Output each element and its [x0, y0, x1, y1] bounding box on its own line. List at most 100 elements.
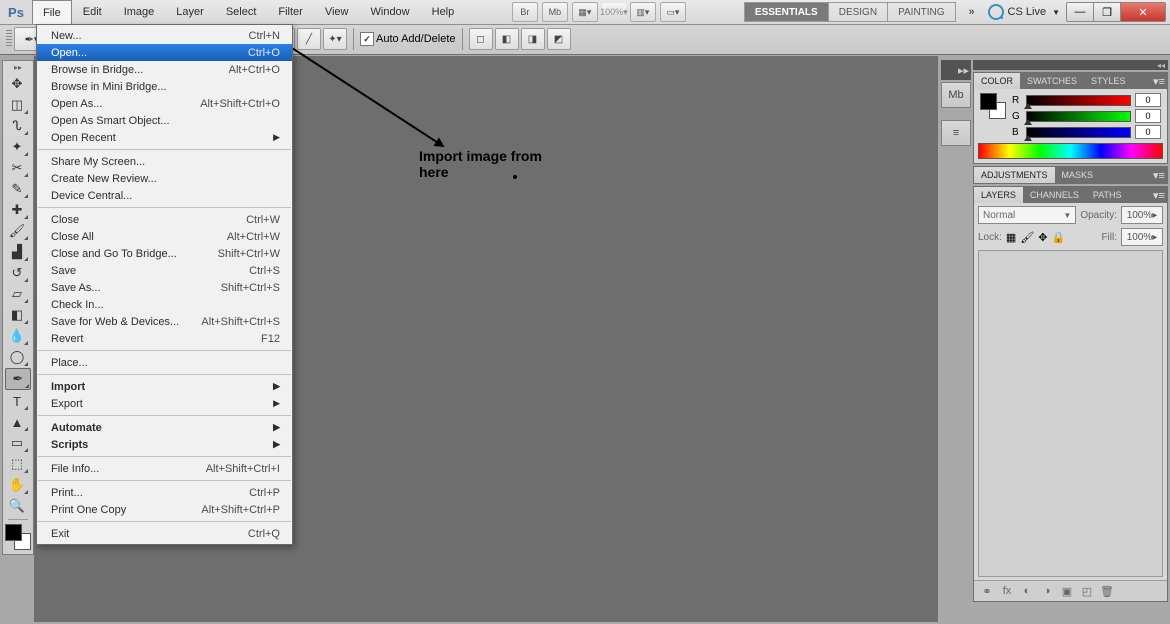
mini-bridge-panel-icon[interactable]: Mb [941, 82, 971, 108]
layer-style-icon[interactable]: fx [1000, 584, 1014, 598]
file-menu-close-all[interactable]: Close AllAlt+Ctrl+W [37, 228, 292, 245]
shape-tool[interactable]: ▭ [5, 433, 29, 453]
lock-transparency-icon[interactable]: ▦ [1006, 231, 1016, 244]
toolbox-collapse[interactable]: ▸▸ [14, 63, 22, 73]
file-menu-automate[interactable]: Automate▶ [37, 419, 292, 436]
marquee-tool[interactable]: ◫ [5, 95, 29, 115]
file-menu-file-info[interactable]: File Info...Alt+Shift+Ctrl+I [37, 460, 292, 477]
color-spectrum[interactable] [978, 143, 1163, 159]
grip-handle[interactable] [6, 30, 12, 48]
dock-collapse[interactable]: ◂◂ [973, 60, 1168, 70]
tab-channels[interactable]: CHANNELS [1023, 187, 1086, 203]
menu-select[interactable]: Select [215, 0, 268, 24]
blend-mode-select[interactable]: Normal▼ [978, 206, 1076, 224]
crop-tool[interactable]: ✂ [5, 158, 29, 178]
b-slider[interactable] [1026, 127, 1131, 138]
mini-dock-collapse[interactable]: ▸▸ [941, 60, 971, 80]
tab-swatches[interactable]: SWATCHES [1020, 73, 1084, 89]
foreground-color-swatch[interactable] [5, 524, 22, 541]
file-menu-import[interactable]: Import▶ [37, 378, 292, 395]
menu-filter[interactable]: Filter [267, 0, 313, 24]
file-menu-print-one-copy[interactable]: Print One CopyAlt+Shift+Ctrl+P [37, 501, 292, 518]
file-menu-check-in[interactable]: Check In... [37, 296, 292, 313]
workspace-painting[interactable]: PAINTING [888, 3, 954, 21]
view-extras-button[interactable]: ▦▾ [572, 2, 598, 22]
menu-layer[interactable]: Layer [165, 0, 215, 24]
launch-bridge-button[interactable]: Br [512, 2, 538, 22]
new-layer-icon[interactable]: ◰ [1080, 584, 1094, 598]
menu-edit[interactable]: Edit [72, 0, 113, 24]
healing-brush-tool[interactable]: ✚ [5, 200, 29, 220]
lock-position-icon[interactable]: ✥ [1038, 231, 1047, 244]
tab-layers[interactable]: LAYERS [974, 187, 1023, 203]
auto-add-delete-checkbox[interactable]: ✓ [360, 32, 374, 46]
tab-paths[interactable]: PATHS [1086, 187, 1129, 203]
file-menu-open-as[interactable]: Open As...Alt+Shift+Ctrl+O [37, 95, 292, 112]
tab-masks[interactable]: MASKS [1055, 167, 1101, 183]
color-swatch-pair[interactable] [980, 93, 1006, 119]
file-menu-open-as-smart-object[interactable]: Open As Smart Object... [37, 112, 292, 129]
color-panel-menu[interactable]: ▾≡ [1151, 73, 1167, 89]
restore-button[interactable]: ❐ [1094, 3, 1121, 21]
file-menu-scripts[interactable]: Scripts▶ [37, 436, 292, 453]
file-menu-new[interactable]: New...Ctrl+N [37, 27, 292, 44]
hand-tool[interactable]: ✋ [5, 475, 29, 495]
pen-tool[interactable]: ✒ [5, 368, 31, 390]
file-menu-open-recent[interactable]: Open Recent▶ [37, 129, 292, 146]
adjustment-layer-icon[interactable]: ◑ [1040, 584, 1054, 598]
eyedropper-tool[interactable]: ✎ [5, 179, 29, 199]
file-menu-exit[interactable]: ExitCtrl+Q [37, 525, 292, 542]
file-menu-revert[interactable]: RevertF12 [37, 330, 292, 347]
history-panel-icon[interactable]: ≡ [941, 120, 971, 146]
file-menu-save-for-web-devices[interactable]: Save for Web & Devices...Alt+Shift+Ctrl+… [37, 313, 292, 330]
move-tool[interactable]: ✥ [5, 74, 29, 94]
layer-group-icon[interactable]: ▣ [1060, 584, 1074, 598]
custom-shape-icon[interactable]: ✦▾ [323, 28, 347, 50]
magic-wand-tool[interactable]: ✦ [5, 137, 29, 157]
cs-live-button[interactable]: CS Live▼ [982, 4, 1066, 20]
foreground-background-swatch[interactable] [5, 524, 31, 550]
workspace-more[interactable]: » [962, 6, 982, 18]
adjustments-panel-menu[interactable]: ▾≡ [1151, 167, 1167, 183]
3d-tool[interactable]: ⬚ [5, 454, 29, 474]
workspace-switcher[interactable]: ESSENTIALS DESIGN PAINTING [744, 2, 956, 22]
lock-all-icon[interactable]: 🔒 [1052, 231, 1066, 244]
path-op-add[interactable]: ◻ [469, 28, 493, 50]
eraser-tool[interactable]: ▱ [5, 284, 29, 304]
clone-stamp-tool[interactable]: ▟ [5, 242, 29, 262]
menu-view[interactable]: View [314, 0, 360, 24]
b-value[interactable]: 0 [1135, 125, 1161, 139]
blur-tool[interactable]: 💧 [5, 326, 29, 346]
screen-mode-button[interactable]: ▭▾ [660, 2, 686, 22]
file-menu-create-new-review[interactable]: Create New Review... [37, 170, 292, 187]
file-menu-close-and-go-to-bridge[interactable]: Close and Go To Bridge...Shift+Ctrl+W [37, 245, 292, 262]
delete-layer-icon[interactable]: 🗑 [1100, 584, 1114, 598]
path-op-subtract[interactable]: ◧ [495, 28, 519, 50]
menu-window[interactable]: Window [360, 0, 421, 24]
file-menu-open[interactable]: Open...Ctrl+O [37, 44, 292, 61]
g-slider[interactable] [1026, 111, 1131, 122]
menu-file[interactable]: File [32, 0, 72, 24]
file-menu-print[interactable]: Print...Ctrl+P [37, 484, 292, 501]
layer-mask-icon[interactable]: ◐ [1020, 584, 1034, 598]
zoom-tool[interactable]: 🔍 [5, 496, 29, 516]
brush-tool[interactable]: 🖌 [5, 221, 29, 241]
workspace-essentials[interactable]: ESSENTIALS [745, 3, 829, 21]
file-menu-export[interactable]: Export▶ [37, 395, 292, 412]
r-slider[interactable] [1026, 95, 1131, 106]
arrange-documents-button[interactable]: ▥▾ [630, 2, 656, 22]
path-selection-tool[interactable]: ▲ [5, 412, 29, 432]
path-op-exclude[interactable]: ◩ [547, 28, 571, 50]
mini-bridge-button[interactable]: Mb [542, 2, 568, 22]
workspace-design[interactable]: DESIGN [829, 3, 888, 21]
g-value[interactable]: 0 [1135, 109, 1161, 123]
tab-adjustments[interactable]: ADJUSTMENTS [974, 167, 1055, 183]
tab-color[interactable]: COLOR [974, 73, 1020, 89]
file-menu-browse-in-bridge[interactable]: Browse in Bridge...Alt+Ctrl+O [37, 61, 292, 78]
file-menu-close[interactable]: CloseCtrl+W [37, 211, 292, 228]
file-menu-browse-in-mini-bridge[interactable]: Browse in Mini Bridge... [37, 78, 292, 95]
menu-help[interactable]: Help [421, 0, 466, 24]
tab-styles[interactable]: STYLES [1084, 73, 1133, 89]
type-tool[interactable]: T [5, 391, 29, 411]
layers-panel-menu[interactable]: ▾≡ [1151, 187, 1167, 203]
